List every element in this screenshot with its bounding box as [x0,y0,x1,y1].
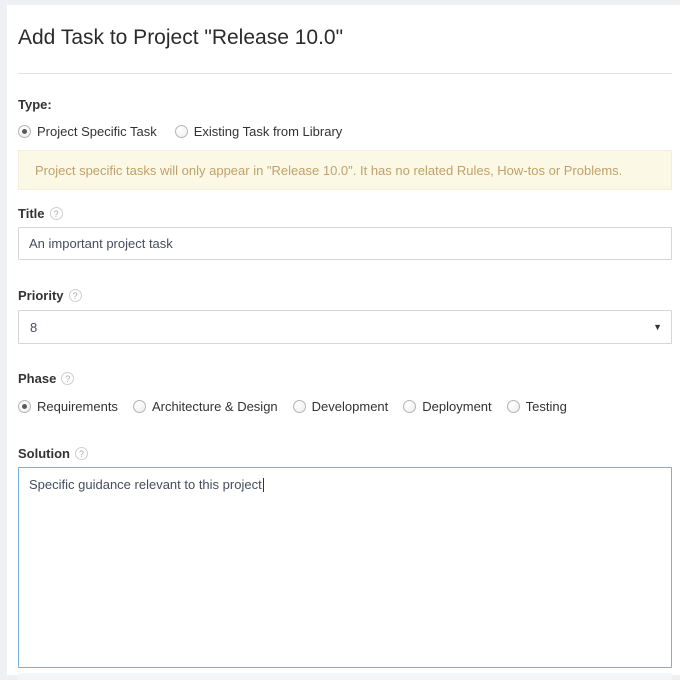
title-field-label: Title? [18,206,63,221]
title-divider [18,73,672,74]
priority-label-text: Priority [18,288,64,303]
type-option-existing-task-from-library[interactable]: Existing Task from Library [174,124,343,139]
left-background-strip [0,0,7,675]
footer-strip [18,673,672,680]
title-input[interactable] [18,227,672,260]
question-mark-icon[interactable]: ? [61,372,75,385]
radio-button-icon[interactable] [403,400,417,413]
phase-option-requirements[interactable]: Requirements [18,399,118,414]
text-cursor [262,478,264,492]
phase-option-label: Deployment [422,399,492,414]
type-option-label: Project Specific Task [37,124,157,139]
phase-option-architecture-design[interactable]: Architecture & Design [132,399,278,414]
priority-select[interactable]: 8 ▼ [18,310,672,344]
phase-field-label: Phase? [18,371,75,386]
phase-option-label: Requirements [37,399,118,414]
title-label-text: Title [18,206,45,221]
question-mark-icon[interactable]: ? [68,289,82,302]
radio-button-icon[interactable] [132,400,146,413]
priority-selected-value: 8 [30,320,38,335]
priority-field-label: Priority? [18,288,82,303]
radio-button-icon[interactable] [18,125,31,138]
phase-option-deployment[interactable]: Deployment [403,399,492,414]
solution-textarea[interactable]: Specific guidance relevant to this proje… [18,467,672,668]
type-option-project-specific-task[interactable]: Project Specific Task [18,124,157,139]
phase-option-development[interactable]: Development [292,399,389,414]
phase-option-label: Architecture & Design [151,399,278,414]
page-title: Add Task to Project "Release 10.0" [18,26,344,49]
type-option-label: Existing Task from Library [193,124,343,139]
solution-field-label: Solution? [18,446,88,461]
phase-option-testing[interactable]: Testing [506,399,567,414]
radio-button-icon[interactable] [506,400,520,413]
phase-option-label: Development [311,399,389,414]
form-panel: Add Task to Project "Release 10.0" Type:… [7,5,680,680]
radio-button-icon[interactable] [292,400,306,413]
phase-label-text: Phase [18,371,57,386]
radio-button-icon[interactable] [174,125,188,138]
solution-textarea-content: Specific guidance relevant to this proje… [29,477,264,492]
info-banner: Project specific tasks will only appear … [18,150,672,190]
type-radio-group: Project Specific Task Existing Task from… [18,124,360,139]
question-mark-icon[interactable]: ? [75,447,88,460]
type-label: Type: [18,97,52,112]
phase-radio-group: Requirements Architecture & Design Devel… [18,399,582,414]
question-mark-icon[interactable]: ? [49,207,63,220]
radio-button-icon[interactable] [18,400,31,413]
solution-text-value: Specific guidance relevant to this proje… [29,477,262,492]
chevron-down-icon[interactable]: ▼ [653,322,662,332]
phase-option-label: Testing [525,399,567,414]
info-banner-text: Project specific tasks will only appear … [35,162,623,178]
solution-label-text: Solution [18,446,70,461]
